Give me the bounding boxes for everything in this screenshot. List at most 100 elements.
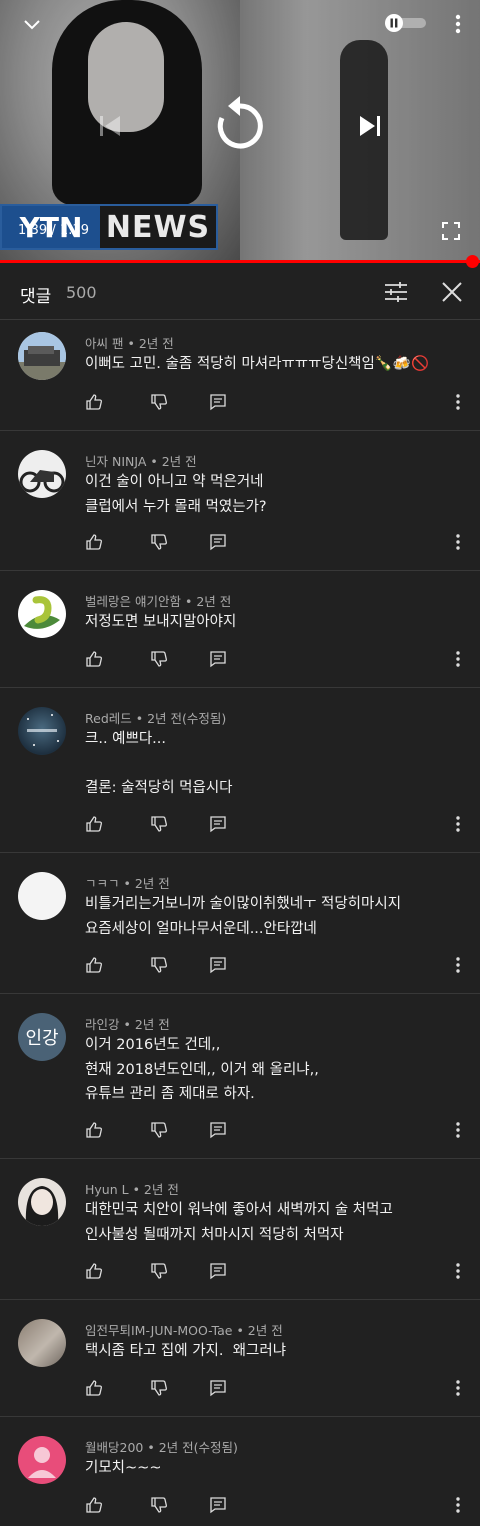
- next-icon[interactable]: [356, 112, 384, 140]
- thumbs-up-icon[interactable]: [85, 533, 103, 551]
- thumbs-up-icon[interactable]: [85, 1121, 103, 1139]
- comment-meta: 임전무퇴IM-JUN-MOO-Tae • 2년 전: [85, 1323, 283, 1338]
- thumbs-down-icon[interactable]: [150, 650, 168, 668]
- comment-author[interactable]: 월배당200: [85, 1440, 143, 1455]
- reply-icon[interactable]: [209, 533, 227, 551]
- comments-header: 댓글 500: [0, 263, 480, 320]
- thumbs-up-icon[interactable]: [85, 815, 103, 833]
- reply-icon[interactable]: [209, 1121, 227, 1139]
- thumbs-down-icon[interactable]: [150, 956, 168, 974]
- comment-author[interactable]: 임전무퇴IM-JUN-MOO-Tae: [85, 1323, 232, 1338]
- comment-author[interactable]: Red레드: [85, 711, 132, 726]
- comment-actions: [85, 815, 475, 837]
- more-vert-icon[interactable]: [453, 1121, 463, 1139]
- comment-author[interactable]: 아씨 팬: [85, 336, 123, 351]
- comment-line: 클럽에서 누가 몰래 먹였는가?: [85, 498, 267, 515]
- comment-line: 이뻐도 고민. 술좀 적당히 마셔라ㅠㅠㅠ당신책임🍾🍻🚫: [85, 356, 430, 372]
- more-vert-icon[interactable]: [453, 1496, 463, 1514]
- comment-item: Hyun L • 2년 전 대한민국 치안이 워낙에 좋아서 새벽까지 술 처먹…: [0, 1159, 480, 1300]
- thumbs-up-icon[interactable]: [85, 956, 103, 974]
- comment-meta: 라인강 • 2년 전: [85, 1017, 170, 1032]
- default-avatar-icon: [28, 1447, 56, 1478]
- comment-item: ㄱㅋㄱ • 2년 전 비틀거리는거보니까 술이많이취했네ㅜ 적당히마시지 요즘세상…: [0, 853, 480, 994]
- comment-text: 이거 2016년도 건데,, 현재 2018년도인데,, 이거 왜 올리냐,, 유튜…: [85, 1033, 319, 1107]
- comment-text: 저정도면 보내지말아야지: [85, 610, 236, 635]
- comment-actions: [85, 393, 475, 415]
- comment-text: 크.. 예쁘다... 결론: 술적당히 먹읍시다: [85, 727, 233, 801]
- thumbs-down-icon[interactable]: [150, 393, 168, 411]
- replay-icon[interactable]: [214, 96, 266, 154]
- reply-icon[interactable]: [209, 956, 227, 974]
- avatar[interactable]: [18, 332, 66, 380]
- avatar[interactable]: [18, 1436, 66, 1484]
- thumbs-up-icon[interactable]: [85, 650, 103, 668]
- comment-author[interactable]: 라인강: [85, 1017, 120, 1032]
- autoplay-toggle[interactable]: [384, 13, 428, 33]
- comment-line: 이거 2016년도 건데,,: [85, 1037, 221, 1053]
- thumbs-down-icon[interactable]: [150, 1262, 168, 1280]
- thumbs-up-icon[interactable]: [85, 1496, 103, 1514]
- thumbs-up-icon[interactable]: [85, 1379, 103, 1397]
- avatar-image: [18, 332, 66, 380]
- comment-time: 2년 전: [147, 711, 183, 726]
- more-vert-icon[interactable]: [453, 650, 463, 668]
- comment-author[interactable]: ㄱㅋㄱ: [85, 876, 120, 891]
- avatar[interactable]: [18, 872, 66, 920]
- comment-item: 월배당200 • 2년 전(수정됨) 기모치~~~: [0, 1417, 480, 1526]
- avatar[interactable]: [18, 1178, 66, 1226]
- more-vert-icon[interactable]: [448, 12, 468, 36]
- video-player[interactable]: YTN NEWS 1:39 / 1:39: [0, 0, 480, 262]
- comment-time: 2년 전: [138, 336, 174, 351]
- avatar[interactable]: 인강: [18, 1013, 66, 1061]
- more-vert-icon[interactable]: [453, 393, 463, 411]
- chevron-down-icon[interactable]: [22, 14, 42, 34]
- previous-icon[interactable]: [96, 112, 124, 140]
- comment-edited: (수정됨): [182, 711, 227, 726]
- avatar-image: [19, 470, 65, 493]
- avatar-image: [27, 714, 59, 746]
- comment-meta: 월배당200 • 2년 전(수정됨): [85, 1440, 238, 1455]
- avatar[interactable]: [18, 1319, 66, 1367]
- thumbs-down-icon[interactable]: [150, 815, 168, 833]
- more-vert-icon[interactable]: [453, 533, 463, 551]
- avatar[interactable]: [18, 707, 66, 755]
- comments-title: 댓글: [20, 287, 52, 307]
- comment-item: 임전무퇴IM-JUN-MOO-Tae • 2년 전 택시좀 타고 집에 가지. …: [0, 1300, 480, 1417]
- comment-time: 2년 전: [134, 1017, 170, 1032]
- avatar[interactable]: [18, 450, 66, 498]
- comment-line: 이건 술이 아니고 약 먹은거네: [85, 474, 264, 490]
- comment-time: 2년 전: [143, 1182, 179, 1197]
- reply-icon[interactable]: [209, 393, 227, 411]
- reply-icon[interactable]: [209, 650, 227, 668]
- more-vert-icon[interactable]: [453, 956, 463, 974]
- reply-icon[interactable]: [209, 1379, 227, 1397]
- reply-icon[interactable]: [209, 1496, 227, 1514]
- reply-icon[interactable]: [209, 1262, 227, 1280]
- more-vert-icon[interactable]: [453, 1379, 463, 1397]
- comment-meta: 벌레랑은 얘기안함 • 2년 전: [85, 594, 232, 609]
- thumbs-down-icon[interactable]: [150, 1496, 168, 1514]
- comment-author[interactable]: Hyun L: [85, 1182, 129, 1197]
- comment-actions: [85, 1262, 475, 1284]
- more-vert-icon[interactable]: [453, 1262, 463, 1280]
- reply-icon[interactable]: [209, 815, 227, 833]
- comment-time: 2년 전: [134, 876, 170, 891]
- comment-line: 유튜브 관리 좀 제대로 하자.: [85, 1086, 255, 1102]
- more-vert-icon[interactable]: [453, 815, 463, 833]
- thumbs-down-icon[interactable]: [150, 1379, 168, 1397]
- sort-filter-icon[interactable]: [384, 280, 408, 304]
- thumbs-down-icon[interactable]: [150, 1121, 168, 1139]
- avatar-initials: 인강: [18, 1013, 66, 1061]
- thumbs-up-icon[interactable]: [85, 1262, 103, 1280]
- comment-line: 비틀거리는거보니까 술이많이취했네ㅜ 적당히마시지: [85, 896, 402, 912]
- fullscreen-icon[interactable]: [442, 222, 460, 240]
- thumbs-down-icon[interactable]: [150, 533, 168, 551]
- close-icon[interactable]: [440, 280, 464, 304]
- comment-author[interactable]: 벌레랑은 얘기안함: [85, 594, 181, 609]
- comment-author[interactable]: 닌자 NINJA: [85, 454, 146, 469]
- avatar-image: [24, 596, 60, 629]
- avatar[interactable]: [18, 590, 66, 638]
- comment-meta: 닌자 NINJA • 2년 전: [85, 454, 197, 469]
- thumbs-up-icon[interactable]: [85, 393, 103, 411]
- news-logo-text: NEWS: [105, 209, 211, 245]
